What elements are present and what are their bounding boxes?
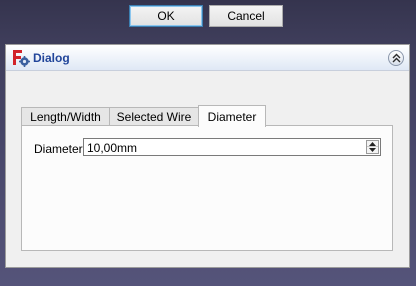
panel-header: Dialog [6, 45, 409, 71]
spin-down-icon[interactable] [367, 147, 378, 153]
double-chevron-up-icon[interactable] [388, 50, 404, 66]
ok-button[interactable]: OK [129, 5, 203, 27]
diameter-value: 10,00mm [87, 141, 138, 155]
task-panel: Dialog Length/Width Selected Wire Diamet… [5, 44, 410, 268]
freecad-gear-icon [12, 49, 30, 67]
panel-title: Dialog [33, 51, 70, 65]
tab-length-width[interactable]: Length/Width [21, 107, 110, 126]
tab-selected-wire[interactable]: Selected Wire [109, 107, 199, 126]
diameter-label: Diameter [34, 142, 83, 156]
diameter-spinbox [366, 140, 379, 154]
diameter-tab-pane: Diameter 10,00mm [21, 125, 393, 251]
cancel-button[interactable]: Cancel [209, 5, 283, 27]
tab-diameter[interactable]: Diameter [198, 105, 266, 127]
diameter-input[interactable]: 10,00mm [83, 138, 381, 156]
